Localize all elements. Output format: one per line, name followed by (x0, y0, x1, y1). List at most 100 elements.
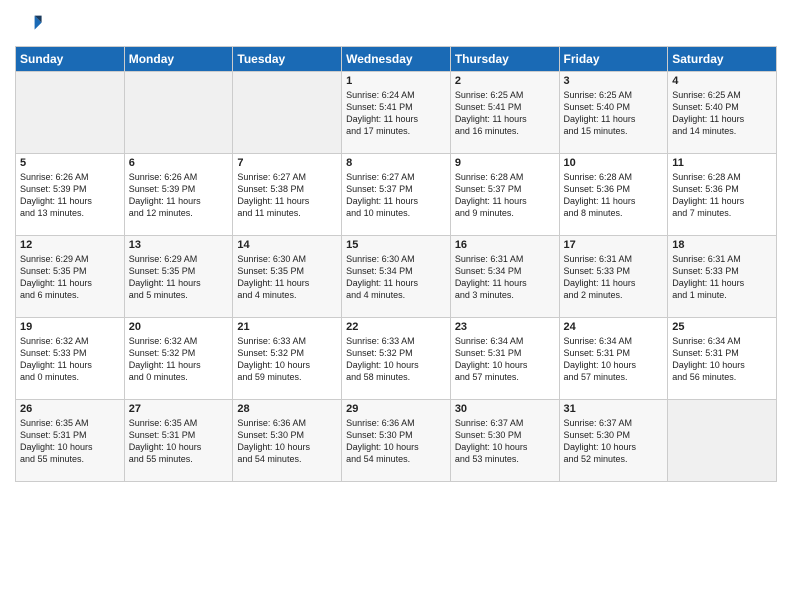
header-friday: Friday (559, 47, 668, 72)
table-row: 25 Sunrise: 6:34 AM Sunset: 5:31 PM Dayli… (668, 318, 777, 400)
day-info: Sunrise: 6:26 AM Sunset: 5:39 PM Dayligh… (129, 171, 229, 220)
day-number: 22 (346, 321, 446, 333)
table-row: 20 Sunrise: 6:32 AM Sunset: 5:32 PM Dayli… (124, 318, 233, 400)
day-number: 31 (564, 403, 664, 415)
calendar-week-row: 5 Sunrise: 6:26 AM Sunset: 5:39 PM Daylig… (16, 154, 777, 236)
day-number: 7 (237, 157, 337, 169)
table-row: 8Sunrise: 6:27 AM Sunset: 5:37 PM Daylig… (342, 154, 451, 236)
day-number: 27 (129, 403, 229, 415)
calendar-week-row: 19Sunrise: 6:32 AM Sunset: 5:33 PM Dayli… (16, 318, 777, 400)
day-number: 20 (129, 321, 229, 333)
header-tuesday: Tuesday (233, 47, 342, 72)
page-container: Sunday Monday Tuesday Wednesday Thursday… (0, 0, 792, 492)
day-info: Sunrise: 6:31 AM Sunset: 5:33 PM Dayligh… (672, 253, 772, 302)
table-row: 1 Sunrise: 6:24 AM Sunset: 5:41 PM Daylig… (342, 72, 451, 154)
day-number: 8 (346, 157, 446, 169)
table-row: 30 Sunrise: 6:37 AM Sunset: 5:30 PM Dayli… (450, 400, 559, 482)
calendar-header-row: Sunday Monday Tuesday Wednesday Thursday… (16, 47, 777, 72)
day-number: 14 (237, 239, 337, 251)
day-info: Sunrise: 6:30 AM Sunset: 5:34 PM Dayligh… (346, 253, 446, 302)
day-number: 19 (20, 321, 120, 333)
header-sunday: Sunday (16, 47, 125, 72)
table-row: 21 Sunrise: 6:33 AM Sunset: 5:32 PM Dayli… (233, 318, 342, 400)
day-number: 28 (237, 403, 337, 415)
table-row: 22 Sunrise: 6:33 AM Sunset: 5:32 PM Dayli… (342, 318, 451, 400)
table-row: 18 Sunrise: 6:31 AM Sunset: 5:33 PM Dayli… (668, 236, 777, 318)
day-number: 5 (20, 157, 120, 169)
day-number: 1 (346, 75, 446, 87)
table-row (233, 72, 342, 154)
table-row: 14 Sunrise: 6:30 AM Sunset: 5:35 PM Dayli… (233, 236, 342, 318)
table-row (16, 72, 125, 154)
table-row: 26Sunrise: 6:35 AM Sunset: 5:31 PM Dayli… (16, 400, 125, 482)
day-info: Sunrise: 6:35 AM Sunset: 5:31 PM Dayligh… (129, 417, 229, 466)
table-row: 23 Sunrise: 6:34 AM Sunset: 5:31 PM Dayli… (450, 318, 559, 400)
table-row: 9 Sunrise: 6:28 AM Sunset: 5:37 PM Daylig… (450, 154, 559, 236)
day-info: Sunrise: 6:36 AM Sunset: 5:30 PM Dayligh… (346, 417, 446, 466)
day-number: 15 (346, 239, 446, 251)
day-info: Sunrise: 6:30 AM Sunset: 5:35 PM Dayligh… (237, 253, 337, 302)
day-number: 30 (455, 403, 555, 415)
header-saturday: Saturday (668, 47, 777, 72)
day-info: Sunrise: 6:37 AM Sunset: 5:30 PM Dayligh… (455, 417, 555, 466)
day-number: 10 (564, 157, 664, 169)
table-row: 2Sunrise: 6:25 AM Sunset: 5:41 PM Daylig… (450, 72, 559, 154)
day-number: 9 (455, 157, 555, 169)
table-row: 16 Sunrise: 6:31 AM Sunset: 5:34 PM Dayli… (450, 236, 559, 318)
day-info: Sunrise: 6:29 AM Sunset: 5:35 PM Dayligh… (129, 253, 229, 302)
table-row: 15 Sunrise: 6:30 AM Sunset: 5:34 PM Dayli… (342, 236, 451, 318)
day-number: 3 (564, 75, 664, 87)
day-info: Sunrise: 6:34 AM Sunset: 5:31 PM Dayligh… (672, 335, 772, 384)
calendar-table: Sunday Monday Tuesday Wednesday Thursday… (15, 46, 777, 482)
day-number: 12 (20, 239, 120, 251)
table-row: 31 Sunrise: 6:37 AM Sunset: 5:30 PM Dayli… (559, 400, 668, 482)
table-row: 10 Sunrise: 6:28 AM Sunset: 5:36 PM Dayli… (559, 154, 668, 236)
day-info: Sunrise: 6:25 AM Sunset: 5:40 PM Dayligh… (564, 89, 664, 138)
day-info: Sunrise: 6:31 AM Sunset: 5:34 PM Dayligh… (455, 253, 555, 302)
table-row: 17 Sunrise: 6:31 AM Sunset: 5:33 PM Dayli… (559, 236, 668, 318)
day-info: Sunrise: 6:24 AM Sunset: 5:41 PM Dayligh… (346, 89, 446, 138)
table-row (124, 72, 233, 154)
day-info: Sunrise: 6:28 AM Sunset: 5:37 PM Dayligh… (455, 171, 555, 220)
day-number: 16 (455, 239, 555, 251)
day-info: Sunrise: 6:33 AM Sunset: 5:32 PM Dayligh… (237, 335, 337, 384)
day-info: Sunrise: 6:26 AM Sunset: 5:39 PM Dayligh… (20, 171, 120, 220)
table-row: 6 Sunrise: 6:26 AM Sunset: 5:39 PM Daylig… (124, 154, 233, 236)
day-number: 18 (672, 239, 772, 251)
day-info: Sunrise: 6:35 AM Sunset: 5:31 PM Dayligh… (20, 417, 120, 466)
day-number: 11 (672, 157, 772, 169)
day-info: Sunrise: 6:31 AM Sunset: 5:33 PM Dayligh… (564, 253, 664, 302)
day-number: 29 (346, 403, 446, 415)
day-number: 23 (455, 321, 555, 333)
day-info: Sunrise: 6:28 AM Sunset: 5:36 PM Dayligh… (564, 171, 664, 220)
day-info: Sunrise: 6:28 AM Sunset: 5:36 PM Dayligh… (672, 171, 772, 220)
day-number: 17 (564, 239, 664, 251)
day-info: Sunrise: 6:25 AM Sunset: 5:40 PM Dayligh… (672, 89, 772, 138)
table-row: 3 Sunrise: 6:25 AM Sunset: 5:40 PM Daylig… (559, 72, 668, 154)
day-number: 25 (672, 321, 772, 333)
table-row: 11 Sunrise: 6:28 AM Sunset: 5:36 PM Dayli… (668, 154, 777, 236)
day-number: 4 (672, 75, 772, 87)
calendar-week-row: 1 Sunrise: 6:24 AM Sunset: 5:41 PM Daylig… (16, 72, 777, 154)
logo (15, 10, 45, 38)
day-info: Sunrise: 6:37 AM Sunset: 5:30 PM Dayligh… (564, 417, 664, 466)
day-number: 6 (129, 157, 229, 169)
header (15, 10, 777, 38)
table-row: 27 Sunrise: 6:35 AM Sunset: 5:31 PM Dayli… (124, 400, 233, 482)
calendar-week-row: 12 Sunrise: 6:29 AM Sunset: 5:35 PM Dayli… (16, 236, 777, 318)
table-row: 5 Sunrise: 6:26 AM Sunset: 5:39 PM Daylig… (16, 154, 125, 236)
day-info: Sunrise: 6:25 AM Sunset: 5:41 PM Dayligh… (455, 89, 555, 138)
day-info: Sunrise: 6:34 AM Sunset: 5:31 PM Dayligh… (455, 335, 555, 384)
table-row: 19Sunrise: 6:32 AM Sunset: 5:33 PM Dayli… (16, 318, 125, 400)
day-number: 24 (564, 321, 664, 333)
day-info: Sunrise: 6:36 AM Sunset: 5:30 PM Dayligh… (237, 417, 337, 466)
day-number: 13 (129, 239, 229, 251)
day-info: Sunrise: 6:32 AM Sunset: 5:32 PM Dayligh… (129, 335, 229, 384)
day-info: Sunrise: 6:33 AM Sunset: 5:32 PM Dayligh… (346, 335, 446, 384)
day-info: Sunrise: 6:34 AM Sunset: 5:31 PM Dayligh… (564, 335, 664, 384)
day-number: 21 (237, 321, 337, 333)
table-row: 28 Sunrise: 6:36 AM Sunset: 5:30 PM Dayli… (233, 400, 342, 482)
table-row: 7Sunrise: 6:27 AM Sunset: 5:38 PM Daylig… (233, 154, 342, 236)
logo-icon (15, 10, 43, 38)
table-row: 12Sunrise: 6:29 AM Sunset: 5:35 PM Dayli… (16, 236, 125, 318)
